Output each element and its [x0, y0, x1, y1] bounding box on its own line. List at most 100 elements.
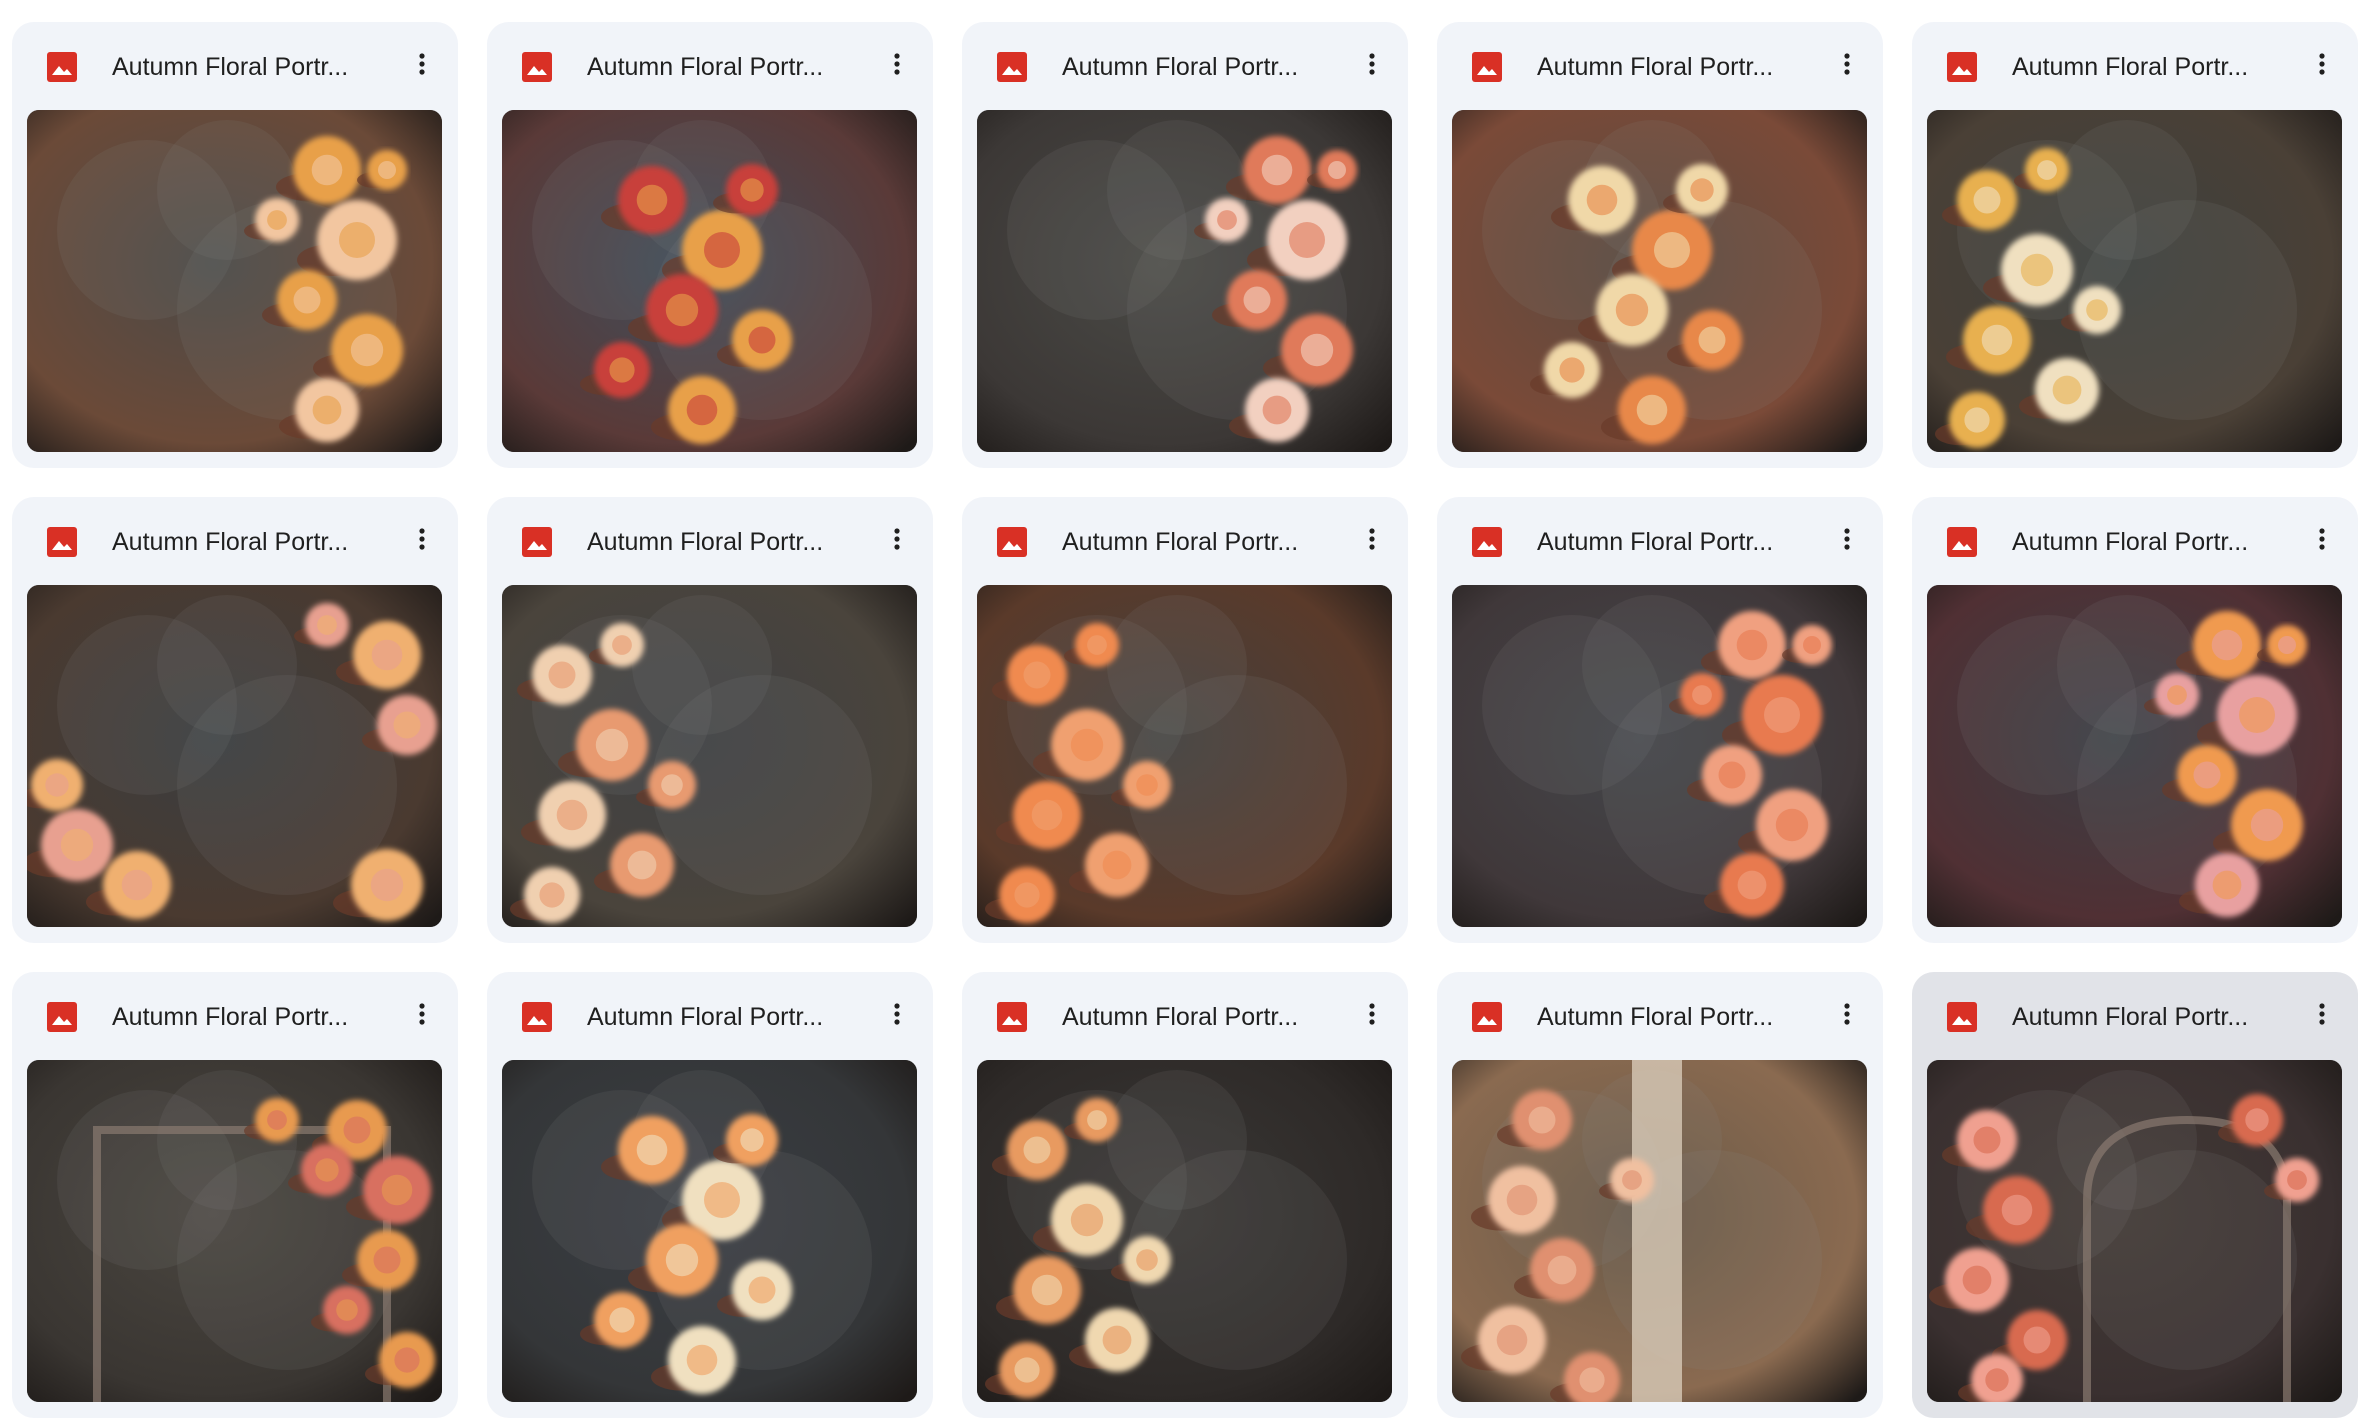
more-actions-button[interactable] [1352, 521, 1392, 561]
file-thumbnail[interactable] [1927, 1060, 2342, 1402]
more-vert-icon [1843, 527, 1851, 556]
more-actions-button[interactable] [2302, 46, 2342, 86]
more-actions-button[interactable] [877, 996, 917, 1036]
image-file-icon [1947, 52, 1977, 82]
file-card[interactable]: Autumn Floral Portr... [962, 22, 1408, 468]
more-actions-button[interactable] [1827, 46, 1867, 86]
file-name: Autumn Floral Portr... [1062, 53, 1299, 81]
image-file-icon [1472, 52, 1502, 82]
file-card-header: Autumn Floral Portr... [487, 22, 933, 110]
file-card-header: Autumn Floral Portr... [1437, 497, 1883, 585]
image-file-icon [1947, 1002, 1977, 1032]
more-vert-icon [1368, 527, 1376, 556]
file-card[interactable]: Autumn Floral Portr... [12, 497, 458, 943]
image-file-icon [522, 527, 552, 557]
file-name: Autumn Floral Portr... [112, 1003, 349, 1031]
more-vert-icon [418, 1002, 426, 1031]
image-file-icon [997, 527, 1027, 557]
file-name: Autumn Floral Portr... [2012, 1003, 2249, 1031]
more-vert-icon [1368, 52, 1376, 81]
image-file-icon [1472, 1002, 1502, 1032]
file-name: Autumn Floral Portr... [587, 528, 824, 556]
more-vert-icon [1843, 1002, 1851, 1031]
file-thumbnail[interactable] [502, 1060, 917, 1402]
file-thumbnail[interactable] [502, 110, 917, 452]
image-file-icon [997, 52, 1027, 82]
file-name: Autumn Floral Portr... [112, 53, 349, 81]
file-card[interactable]: Autumn Floral Portr... [1437, 497, 1883, 943]
file-card[interactable]: Autumn Floral Portr... [12, 22, 458, 468]
file-name: Autumn Floral Portr... [2012, 528, 2249, 556]
more-vert-icon [1843, 52, 1851, 81]
file-card-header: Autumn Floral Portr... [12, 972, 458, 1060]
file-thumbnail[interactable] [977, 110, 1392, 452]
more-actions-button[interactable] [402, 46, 442, 86]
more-vert-icon [418, 52, 426, 81]
file-name: Autumn Floral Portr... [587, 53, 824, 81]
more-actions-button[interactable] [877, 46, 917, 86]
file-card[interactable]: Autumn Floral Portr... [962, 972, 1408, 1418]
file-thumbnail[interactable] [27, 585, 442, 927]
more-actions-button[interactable] [1352, 46, 1392, 86]
file-card[interactable]: Autumn Floral Portr... [487, 972, 933, 1418]
file-card-header: Autumn Floral Portr... [1912, 972, 2358, 1060]
file-thumbnail[interactable] [502, 585, 917, 927]
file-card-header: Autumn Floral Portr... [12, 497, 458, 585]
file-card-header: Autumn Floral Portr... [12, 22, 458, 110]
file-thumbnail[interactable] [1927, 110, 2342, 452]
image-file-icon [1947, 527, 1977, 557]
file-card[interactable]: Autumn Floral Portr... [1912, 972, 2358, 1418]
file-thumbnail[interactable] [1452, 1060, 1867, 1402]
file-card[interactable]: Autumn Floral Portr... [12, 972, 458, 1418]
more-actions-button[interactable] [877, 521, 917, 561]
image-file-icon [47, 52, 77, 82]
file-thumbnail[interactable] [27, 1060, 442, 1402]
more-vert-icon [1368, 1002, 1376, 1031]
more-actions-button[interactable] [1352, 996, 1392, 1036]
file-card-header: Autumn Floral Portr... [1912, 497, 2358, 585]
file-card[interactable]: Autumn Floral Portr... [962, 497, 1408, 943]
file-thumbnail[interactable] [1452, 585, 1867, 927]
image-file-icon [47, 527, 77, 557]
more-actions-button[interactable] [2302, 996, 2342, 1036]
file-card-header: Autumn Floral Portr... [1912, 22, 2358, 110]
file-thumbnail[interactable] [977, 585, 1392, 927]
file-card-header: Autumn Floral Portr... [962, 497, 1408, 585]
file-grid: Autumn Floral Portr... Autumn Floral Port… [12, 22, 2358, 1418]
file-card-header: Autumn Floral Portr... [1437, 22, 1883, 110]
more-actions-button[interactable] [402, 521, 442, 561]
image-file-icon [47, 1002, 77, 1032]
file-thumbnail[interactable] [977, 1060, 1392, 1402]
file-thumbnail[interactable] [27, 110, 442, 452]
file-card-header: Autumn Floral Portr... [962, 972, 1408, 1060]
file-card[interactable]: Autumn Floral Portr... [1912, 497, 2358, 943]
file-name: Autumn Floral Portr... [587, 1003, 824, 1031]
image-file-icon [522, 1002, 552, 1032]
file-card[interactable]: Autumn Floral Portr... [487, 497, 933, 943]
image-file-icon [522, 52, 552, 82]
more-vert-icon [2318, 52, 2326, 81]
file-thumbnail[interactable] [1452, 110, 1867, 452]
more-actions-button[interactable] [1827, 521, 1867, 561]
more-vert-icon [2318, 527, 2326, 556]
file-card[interactable]: Autumn Floral Portr... [487, 22, 933, 468]
more-vert-icon [893, 1002, 901, 1031]
file-card[interactable]: Autumn Floral Portr... [1912, 22, 2358, 468]
file-thumbnail[interactable] [1927, 585, 2342, 927]
image-file-icon [997, 1002, 1027, 1032]
more-actions-button[interactable] [1827, 996, 1867, 1036]
more-vert-icon [2318, 1002, 2326, 1031]
file-name: Autumn Floral Portr... [2012, 53, 2249, 81]
more-actions-button[interactable] [2302, 521, 2342, 561]
file-card[interactable]: Autumn Floral Portr... [1437, 22, 1883, 468]
file-card-header: Autumn Floral Portr... [487, 497, 933, 585]
more-actions-button[interactable] [402, 996, 442, 1036]
file-name: Autumn Floral Portr... [1062, 1003, 1299, 1031]
image-file-icon [1472, 527, 1502, 557]
file-card[interactable]: Autumn Floral Portr... [1437, 972, 1883, 1418]
more-vert-icon [893, 527, 901, 556]
file-name: Autumn Floral Portr... [1062, 528, 1299, 556]
more-vert-icon [418, 527, 426, 556]
file-card-header: Autumn Floral Portr... [487, 972, 933, 1060]
file-name: Autumn Floral Portr... [1537, 1003, 1774, 1031]
